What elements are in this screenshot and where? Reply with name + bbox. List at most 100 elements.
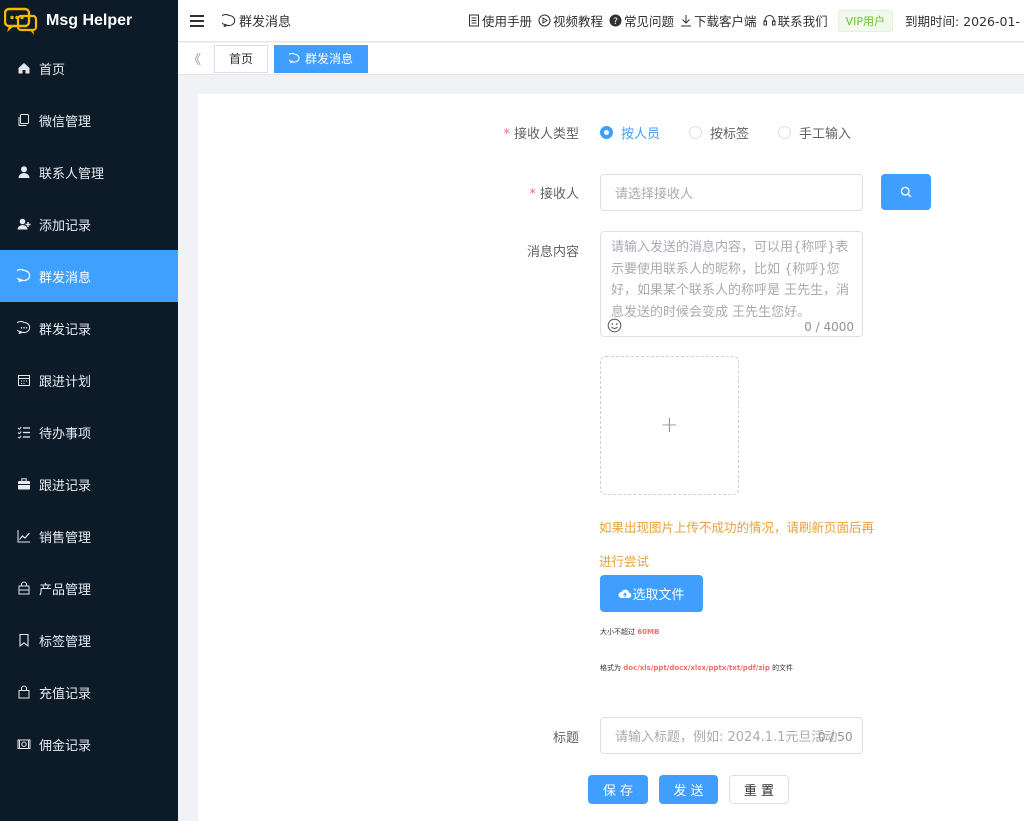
sidebar-item-10[interactable]: 产品管理 bbox=[0, 562, 178, 614]
headset-icon bbox=[763, 15, 776, 26]
sidebar-item-label: 标签管理 bbox=[39, 634, 92, 650]
format-hint: 格式为 doc/xls/ppt/docx/xlsx/pptx/txt/pdf/z… bbox=[600, 664, 794, 672]
breadcrumb: 群发消息 bbox=[222, 11, 291, 30]
sidebar-item-9[interactable]: 销售管理 bbox=[0, 510, 178, 562]
title-label: 标题 bbox=[552, 731, 579, 746]
sidebar-item-label: 群发记录 bbox=[39, 322, 92, 338]
copy-icon bbox=[16, 113, 31, 128]
money-icon bbox=[16, 737, 31, 752]
emoji-icon[interactable] bbox=[607, 318, 622, 333]
top-header: 群发消息 使用手册 视频教程 ? 常见问题 下载客户端 联系我们 VIP用户 到… bbox=[178, 0, 1024, 42]
checklist-icon bbox=[16, 425, 31, 440]
sidebar-item-label: 跟进计划 bbox=[39, 374, 92, 390]
sidebar-item-4[interactable]: 群发消息 bbox=[0, 250, 178, 302]
image-upload-box[interactable]: + bbox=[600, 356, 739, 495]
sidebar-item-label: 佣金记录 bbox=[39, 738, 92, 754]
sidebar-item-label: 微信管理 bbox=[39, 114, 92, 130]
chat-bubble-icon bbox=[16, 269, 31, 284]
tabs-bar: 《 首页 群发消息 bbox=[178, 43, 1024, 75]
sidebar-item-12[interactable]: 充值记录 bbox=[0, 666, 178, 718]
radio-by-tag-label: 按标签 bbox=[710, 127, 750, 142]
sidebar-item-label: 添加记录 bbox=[39, 218, 92, 234]
chat-dots-icon bbox=[16, 321, 31, 336]
sidebar-item-label: 产品管理 bbox=[39, 582, 92, 598]
shopping-bag-icon bbox=[16, 581, 31, 596]
tab-home[interactable]: 首页 bbox=[214, 44, 269, 73]
chart-line-icon bbox=[16, 529, 31, 544]
sidebar-item-label: 待办事项 bbox=[39, 426, 92, 442]
main-card: * 接收人类型 按人员 按标签 手工输入 * 接收人 请选择接收人 消息内容 请输入… bbox=[198, 94, 1024, 821]
cloud-upload-icon bbox=[618, 589, 632, 598]
send-button[interactable]: 发 送 bbox=[659, 775, 718, 804]
document-icon bbox=[469, 14, 479, 27]
radio-by-tag[interactable]: 按标签 bbox=[689, 123, 749, 142]
sidebar-item-label: 销售管理 bbox=[39, 530, 92, 546]
sidebar-item-2[interactable]: 联系人管理 bbox=[0, 146, 178, 198]
size-hint: 大小不超过 60MB bbox=[600, 628, 660, 636]
link-manual-label: 使用手册 bbox=[482, 14, 533, 29]
link-download-label: 下载客户端 bbox=[694, 14, 757, 29]
question-icon: ? bbox=[609, 14, 622, 27]
sidebar-item-13[interactable]: 佣金记录 bbox=[0, 718, 178, 770]
save-button[interactable]: 保 存 bbox=[588, 775, 648, 804]
tab-broadcast-label: 群发消息 bbox=[305, 52, 354, 66]
link-video-label: 视频教程 bbox=[553, 14, 604, 29]
receiver-type-label: * 接收人类型 bbox=[503, 127, 579, 142]
logo[interactable]: Msg Helper bbox=[0, 0, 178, 42]
sidebar-item-5[interactable]: 群发记录 bbox=[0, 302, 178, 354]
search-icon bbox=[900, 186, 912, 198]
download-icon bbox=[681, 15, 692, 27]
sidebar-item-1[interactable]: 微信管理 bbox=[0, 94, 178, 146]
vip-badge: VIP用户 bbox=[837, 9, 893, 32]
chat-bubble-icon bbox=[289, 53, 300, 64]
sidebar-item-11[interactable]: 标签管理 bbox=[0, 614, 178, 666]
app-name: Msg Helper bbox=[46, 12, 133, 29]
content-label: 消息内容 bbox=[526, 245, 579, 260]
receiver-label: * 接收人 bbox=[529, 187, 579, 202]
expire-date: 到期时间: 2026-01- bbox=[904, 14, 1020, 29]
sidebar-item-6[interactable]: 跟进计划 bbox=[0, 354, 178, 406]
sidebar-item-label: 跟进记录 bbox=[39, 478, 92, 494]
upload-warning: 如果出现图片上传不成功的情况，请刷新页面后再进行尝试 bbox=[599, 520, 875, 569]
reset-button[interactable]: 重 置 bbox=[729, 775, 789, 804]
handbag-icon bbox=[16, 685, 31, 700]
sidebar-item-label: 充值记录 bbox=[39, 686, 92, 702]
home-icon bbox=[16, 61, 31, 76]
radio-manual-input[interactable]: 手工输入 bbox=[778, 123, 851, 142]
sidebar-item-7[interactable]: 待办事项 bbox=[0, 406, 178, 458]
search-button[interactable] bbox=[881, 174, 931, 210]
sidebar-item-0[interactable]: 首页 bbox=[0, 42, 178, 94]
link-faq[interactable]: ? 常见问题 bbox=[609, 11, 674, 30]
user-icon bbox=[16, 165, 31, 180]
sidebar-item-8[interactable]: 跟进记录 bbox=[0, 458, 178, 510]
sidebar-item-label: 群发消息 bbox=[39, 270, 92, 286]
link-faq-label: 常见问题 bbox=[624, 14, 675, 29]
chat-bubble-icon bbox=[222, 13, 236, 27]
play-circle-icon bbox=[538, 14, 551, 27]
radio-manual-input-label: 手工输入 bbox=[799, 127, 852, 142]
tab-broadcast[interactable]: 群发消息 bbox=[274, 44, 369, 73]
hamburger-icon[interactable] bbox=[190, 14, 204, 27]
app-logo-icon bbox=[3, 6, 38, 36]
sidebar-item-3[interactable]: 添加记录 bbox=[0, 198, 178, 250]
title-count: 0 / 50 bbox=[818, 730, 853, 744]
receiver-input[interactable]: 请选择接收人 bbox=[600, 174, 863, 211]
link-video[interactable]: 视频教程 bbox=[538, 11, 603, 30]
sidebar-item-label: 首页 bbox=[39, 62, 66, 78]
plus-icon: + bbox=[660, 413, 679, 438]
link-contact[interactable]: 联系我们 bbox=[763, 11, 828, 30]
content-textarea[interactable]: 请输入发送的消息内容，可以用{称呼}表示要使用联系人的昵称，比如 {称呼}您好，… bbox=[600, 231, 863, 337]
user-add-icon bbox=[16, 217, 31, 232]
top-links: 使用手册 视频教程 ? 常见问题 下载客户端 联系我们 VIP用户 到期时间: … bbox=[468, 9, 1020, 32]
link-manual[interactable]: 使用手册 bbox=[468, 11, 532, 30]
calendar-icon bbox=[16, 373, 31, 388]
svg-text:?: ? bbox=[613, 17, 618, 27]
sidebar: Msg Helper 首页微信管理联系人管理添加记录群发消息群发记录跟进计划待办… bbox=[0, 0, 178, 821]
breadcrumb-label: 群发消息 bbox=[239, 15, 292, 30]
sidebar-menu: 首页微信管理联系人管理添加记录群发消息群发记录跟进计划待办事项跟进记录销售管理产… bbox=[0, 42, 178, 770]
link-download[interactable]: 下载客户端 bbox=[680, 11, 757, 30]
select-file-button[interactable]: 选取文件 bbox=[600, 575, 703, 612]
double-chevron-left-icon[interactable]: 《 bbox=[188, 49, 208, 68]
sidebar-item-label: 联系人管理 bbox=[39, 166, 105, 182]
radio-by-person[interactable]: 按人员 bbox=[600, 123, 660, 142]
